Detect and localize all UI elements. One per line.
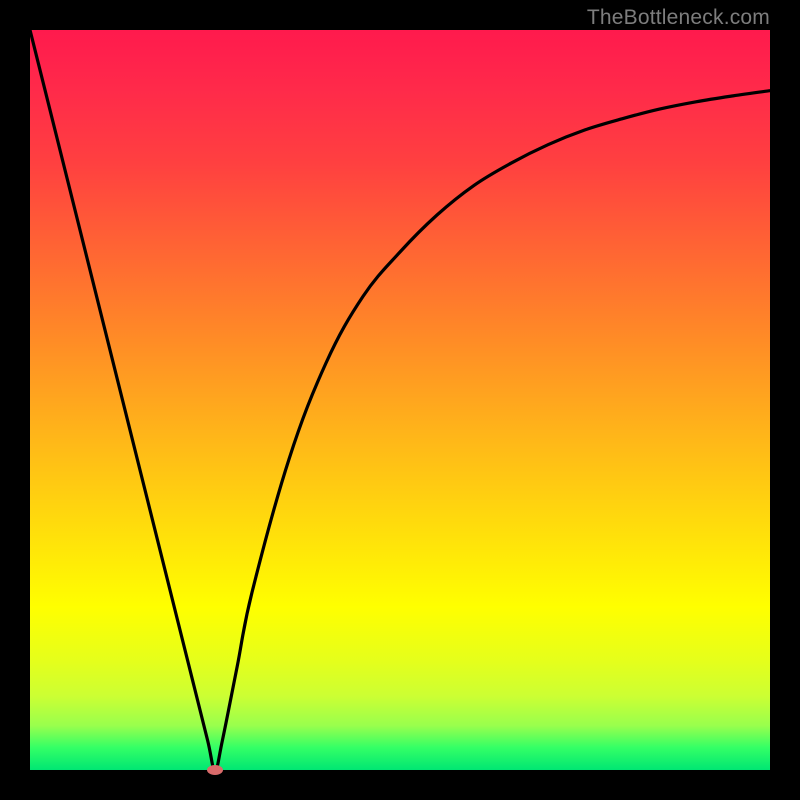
curve-svg bbox=[30, 30, 770, 770]
chart-frame: TheBottleneck.com bbox=[0, 0, 800, 800]
bottleneck-curve bbox=[30, 30, 770, 770]
minimum-marker bbox=[207, 765, 223, 775]
watermark-text: TheBottleneck.com bbox=[587, 6, 770, 30]
plot-area bbox=[30, 30, 770, 770]
